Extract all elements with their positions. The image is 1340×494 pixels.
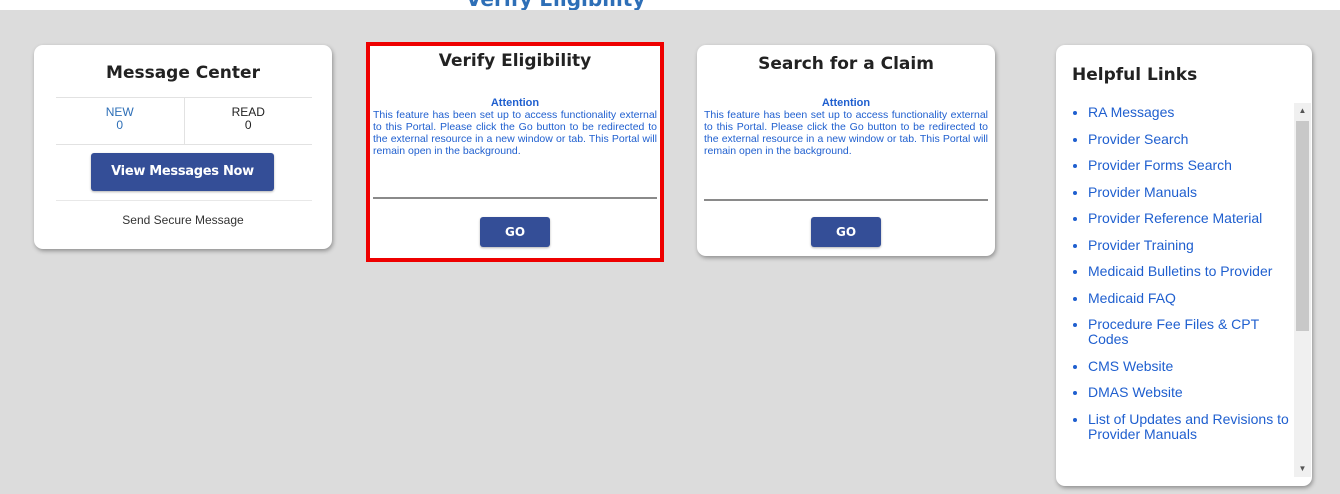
message-counts: NEW 0 READ 0 [56,97,312,145]
top-strip: Verify Eligibility [0,0,1340,10]
new-count[interactable]: 0 [56,119,184,132]
helpful-links-list[interactable]: RA Messages Provider Search Provider For… [1070,105,1293,475]
new-messages[interactable]: NEW 0 [56,98,185,144]
list-item: Provider Search [1088,131,1293,147]
read-count: 0 [244,118,252,132]
scroll-up-icon[interactable]: ▲ [1294,103,1311,119]
attention-heading: Attention [490,97,540,109]
dashboard: Message Center NEW 0 READ 0 View Message… [0,10,1340,494]
message-center-title: Message Center [106,63,260,83]
verify-eligibility-card: Verify Eligibility Attention This featur… [366,42,664,262]
link-provider-search[interactable]: Provider Search [1088,131,1188,147]
verify-eligibility-title: Verify Eligibility [438,51,592,71]
helpful-links-title: Helpful Links [1072,65,1198,85]
cut-page-title: Verify Eligibility [466,0,645,10]
search-go-button[interactable]: GO [811,217,881,247]
list-item: RA Messages [1088,105,1293,120]
list-item: Medicaid Bulletins to Provider [1088,264,1293,279]
link-provider-reference-material[interactable]: Provider Reference Material [1088,210,1262,226]
link-provider-forms-search[interactable]: Provider Forms Search [1088,157,1232,173]
list-item: List of Updates and Revisions to Provide… [1088,411,1293,442]
scroll-down-icon[interactable]: ▼ [1294,461,1311,477]
list-item: Medicaid FAQ [1088,290,1293,306]
list-item: Provider Training [1088,237,1293,253]
search-claim-title: Search for a Claim [758,54,934,74]
link-ra-messages[interactable]: RA Messages [1088,105,1174,120]
divider [704,199,988,201]
view-messages-button[interactable]: View Messages Now [91,153,274,191]
send-secure-message-link[interactable]: Send Secure Message [34,213,332,227]
link-cms-website[interactable]: CMS Website [1088,358,1173,374]
read-messages: READ 0 [185,98,313,144]
verify-go-button[interactable]: GO [480,217,550,247]
list-item: Provider Reference Material [1088,211,1293,226]
link-dmas-website[interactable]: DMAS Website [1088,384,1183,400]
list-item: Procedure Fee Files & CPT Codes [1088,317,1293,347]
list-item: Provider Forms Search [1088,158,1293,173]
link-medicaid-faq[interactable]: Medicaid FAQ [1088,290,1176,306]
link-medicaid-bulletins[interactable]: Medicaid Bulletins to Provider [1088,263,1272,279]
link-updates-revisions[interactable]: List of Updates and Revisions to Provide… [1088,411,1289,442]
link-procedure-fee-files[interactable]: Procedure Fee Files & CPT Codes [1088,316,1259,347]
message-center-card: Message Center NEW 0 READ 0 View Message… [34,45,332,249]
divider [373,197,657,199]
divider [56,200,312,201]
search-claim-card: Search for a Claim Attention This featur… [697,45,995,256]
link-provider-training[interactable]: Provider Training [1088,237,1194,253]
list-item: DMAS Website [1088,385,1293,400]
scroll-thumb[interactable] [1296,121,1309,331]
list-item: Provider Manuals [1088,184,1293,200]
helpful-links-card: Helpful Links RA Messages Provider Searc… [1056,45,1312,486]
links-scrollbar[interactable]: ▲ ▼ [1294,103,1311,477]
link-provider-manuals[interactable]: Provider Manuals [1088,184,1197,200]
list-item: CMS Website [1088,358,1293,374]
attention-heading: Attention [821,97,871,109]
attention-description: This feature has been set up to access f… [373,109,657,157]
attention-description: This feature has been set up to access f… [704,109,988,157]
